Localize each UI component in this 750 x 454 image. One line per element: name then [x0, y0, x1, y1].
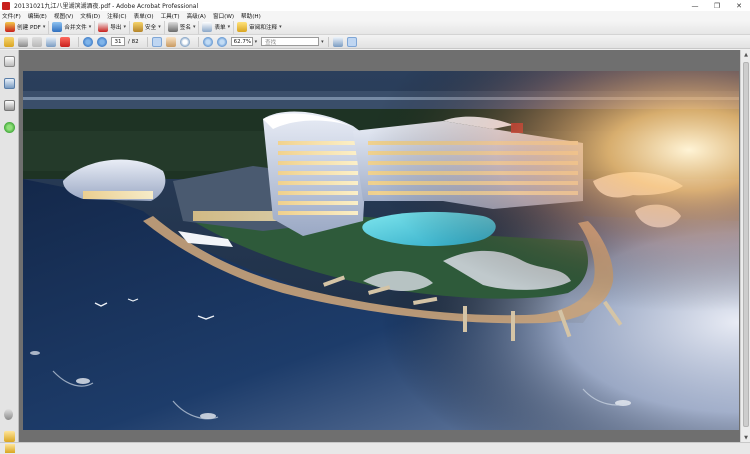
- chevron-down-icon: ▾: [123, 24, 127, 30]
- full-screen-icon[interactable]: [346, 36, 357, 47]
- help-icon[interactable]: [4, 122, 15, 133]
- zoom-level-field[interactable]: 62.7%: [230, 37, 253, 46]
- window-controls: — ❐ ✕: [684, 0, 750, 11]
- window-title: 20131021九江八里湖滨湖酒夜.pdf - Adobe Acrobat Pr…: [14, 3, 199, 10]
- toolbar-divider: [146, 36, 148, 47]
- find-input[interactable]: 查找: [261, 37, 320, 46]
- combine-files-label: 合并文件: [64, 25, 87, 31]
- attachments-icon[interactable]: [4, 409, 13, 420]
- comments-icon[interactable]: [5, 444, 15, 453]
- create-pdf-button[interactable]: 创建 PDF ▾: [2, 20, 50, 34]
- zoom-in-icon[interactable]: [216, 36, 227, 47]
- menu-file[interactable]: 文件(F): [2, 12, 21, 20]
- next-page-icon[interactable]: [97, 36, 107, 47]
- close-button[interactable]: ✕: [728, 0, 750, 11]
- security-label: 安全: [145, 25, 157, 31]
- maximize-button[interactable]: ❐: [706, 0, 728, 11]
- email-icon[interactable]: [46, 36, 56, 47]
- comments-icon[interactable]: [4, 431, 15, 442]
- security-button[interactable]: 安全 ▾: [130, 20, 165, 34]
- forms-icon: [202, 22, 213, 32]
- combine-files-button[interactable]: 合并文件 ▾: [49, 20, 96, 34]
- zoom-out-icon[interactable]: [202, 36, 213, 47]
- chevron-down-icon: ▾: [227, 24, 231, 30]
- scroll-up-icon[interactable]: ▲: [741, 50, 750, 59]
- navigation-toolbar: 31 / 82 62.7% ▾ 查找 ▾: [0, 35, 750, 49]
- menu-help[interactable]: 帮助(H): [241, 12, 261, 20]
- pdf-page: [23, 71, 739, 430]
- select-cursor-icon[interactable]: [151, 36, 162, 47]
- review-comment-button[interactable]: 审阅和注释 ▾: [234, 21, 285, 34]
- status-bar: [0, 442, 750, 454]
- menu-forms[interactable]: 表单(O): [134, 12, 154, 20]
- page-number-input[interactable]: 31: [111, 37, 125, 46]
- menu-comments[interactable]: 注释(C): [107, 12, 126, 20]
- chevron-down-icon: ▾: [42, 24, 46, 30]
- page-total-label: / 82: [128, 38, 139, 45]
- menu-document[interactable]: 文档(D): [80, 12, 100, 20]
- scroll-thumb[interactable]: [743, 62, 749, 427]
- chevron-down-icon: ▾: [279, 24, 282, 30]
- pen-icon: [167, 22, 178, 32]
- chevron-down-icon: ▾: [192, 24, 196, 30]
- scroll-down-icon[interactable]: ▼: [741, 433, 750, 442]
- sign-label: 签名: [179, 25, 191, 31]
- menu-advanced[interactable]: 高级(A): [187, 12, 206, 20]
- menu-tools[interactable]: 工具(T): [161, 12, 180, 20]
- toolbar-divider: [197, 36, 199, 47]
- lock-icon: [133, 22, 144, 32]
- bookmarks-icon[interactable]: [4, 78, 15, 89]
- title-bar: 20131021九江八里湖滨湖酒夜.pdf - Adobe Acrobat Pr…: [0, 0, 750, 11]
- export-label: 导出: [110, 25, 122, 31]
- minimize-button[interactable]: —: [684, 0, 706, 11]
- chevron-down-icon: ▾: [158, 24, 161, 30]
- menu-window[interactable]: 窗口(W): [213, 12, 234, 20]
- toolbar-divider: [327, 36, 329, 47]
- acrobat-tool-icon[interactable]: [60, 36, 70, 47]
- combine-files-icon: [52, 22, 63, 32]
- menu-view[interactable]: 视图(V): [54, 12, 73, 20]
- create-pdf-label: 创建 PDF: [17, 25, 41, 31]
- zoom-tool-icon[interactable]: [179, 36, 190, 47]
- menu-edit[interactable]: 编辑(E): [28, 12, 47, 20]
- forms-label: 表单: [214, 25, 226, 31]
- chevron-down-icon[interactable]: ▾: [321, 39, 324, 45]
- chevron-down-icon[interactable]: ▾: [255, 39, 258, 45]
- open-folder-icon[interactable]: [4, 36, 14, 47]
- chevron-down-icon: ▾: [88, 24, 92, 30]
- hand-tool-icon[interactable]: [165, 36, 176, 47]
- print-icon[interactable]: [18, 36, 28, 47]
- review-comment-label: 审阅和注释: [249, 25, 278, 31]
- fit-page-icon[interactable]: [332, 36, 343, 47]
- review-comment-icon: [237, 22, 248, 32]
- previous-page-icon[interactable]: [83, 36, 93, 47]
- sign-button[interactable]: 签名 ▾: [165, 20, 200, 34]
- aerial-rendering-image: [23, 71, 739, 430]
- acrobat-app-icon: [2, 1, 10, 10]
- export-icon: [98, 22, 109, 32]
- create-pdf-icon: [5, 22, 15, 32]
- toolbar-divider: [78, 36, 79, 47]
- vertical-scrollbar[interactable]: ▲ ▼: [740, 50, 750, 442]
- forms-button[interactable]: 表单 ▾: [199, 20, 235, 34]
- tasks-toolbar: 创建 PDF ▾ 合并文件 ▾ 导出 ▾ 安全 ▾ 签名 ▾ 表单 ▾ 审阅和注…: [0, 20, 750, 35]
- menu-bar: 文件(F) 编辑(E) 视图(V) 文档(D) 注释(C) 表单(O) 工具(T…: [0, 11, 750, 20]
- save-icon[interactable]: [32, 36, 42, 47]
- pages-icon[interactable]: [4, 56, 15, 67]
- signatures-icon[interactable]: [4, 100, 15, 111]
- export-button[interactable]: 导出 ▾: [95, 20, 131, 34]
- document-viewport[interactable]: [19, 50, 740, 442]
- navigation-panel: [0, 50, 19, 442]
